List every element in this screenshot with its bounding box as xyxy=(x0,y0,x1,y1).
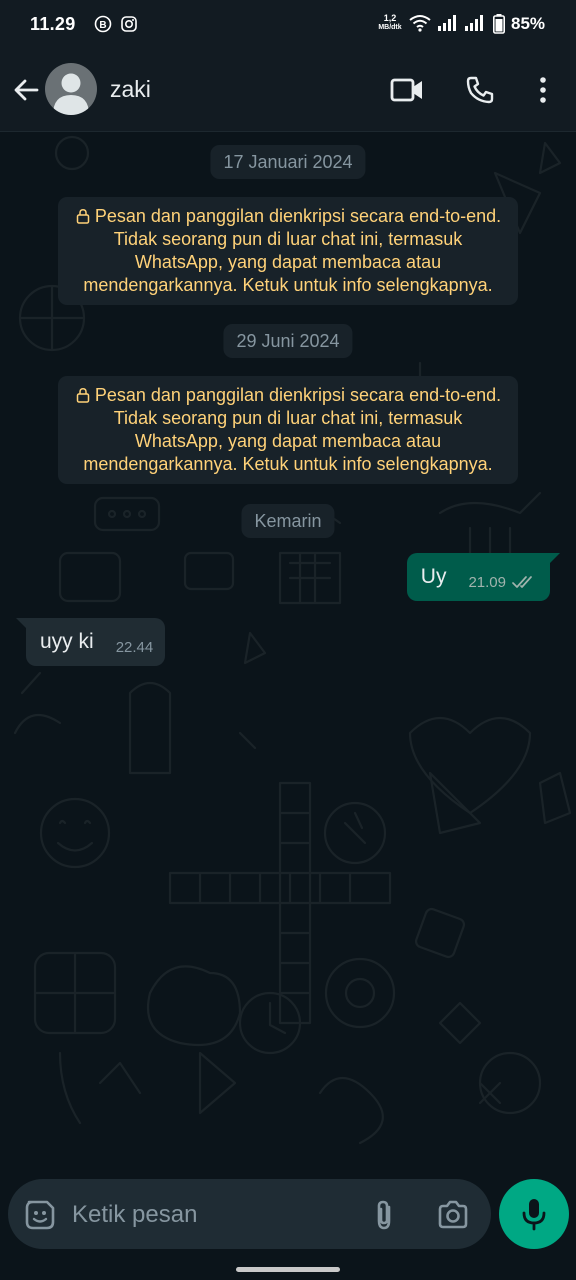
gesture-nav-handle[interactable] xyxy=(236,1267,340,1272)
voice-call-button[interactable] xyxy=(460,70,500,110)
encryption-notice-text: Pesan dan panggilan dienkripsi secara en… xyxy=(83,385,502,474)
compose-bar xyxy=(0,1176,576,1280)
message-list[interactable]: 17 Januari 2024 Pesan dan panggilan dien… xyxy=(0,133,576,1176)
b-app-icon: B xyxy=(94,15,112,33)
instagram-icon xyxy=(121,16,137,32)
message-input[interactable] xyxy=(72,1197,352,1233)
status-bar: 11.29 B 1,2 MB/dtk 85% xyxy=(0,0,576,50)
message-text: Uy xyxy=(420,565,447,588)
back-button[interactable] xyxy=(8,72,44,108)
signal-1-icon xyxy=(438,15,456,31)
video-call-button[interactable] xyxy=(387,70,427,110)
incoming-message[interactable]: uyy ki 22.44 xyxy=(15,618,166,666)
paperclip-icon[interactable] xyxy=(368,1198,402,1232)
outgoing-message[interactable]: Uy 21.09 xyxy=(406,553,561,601)
microphone-icon xyxy=(522,1199,546,1231)
svg-text:B: B xyxy=(99,20,106,31)
status-time: 11.29 xyxy=(30,14,76,34)
chat-header: zaki xyxy=(0,50,576,132)
contact-name[interactable]: zaki xyxy=(110,76,151,103)
date-separator: 29 Juni 2024 xyxy=(223,324,353,358)
compose-box xyxy=(8,1179,491,1249)
lock-icon xyxy=(76,388,90,403)
double-check-icon xyxy=(512,576,532,588)
avatar[interactable] xyxy=(45,63,97,115)
more-options-button[interactable] xyxy=(523,70,563,110)
whatsapp-chat-screen: 11.29 B 1,2 MB/dtk 85% zaki 17 Januari 2… xyxy=(0,0,576,1280)
wifi-icon xyxy=(409,15,431,32)
message-text: uyy ki xyxy=(40,630,94,653)
voice-message-button[interactable] xyxy=(499,1179,569,1249)
date-separator: 17 Januari 2024 xyxy=(210,145,366,179)
encryption-notice[interactable]: Pesan dan panggilan dienkripsi secara en… xyxy=(58,376,518,484)
encryption-notice-text: Pesan dan panggilan dienkripsi secara en… xyxy=(83,206,502,295)
network-speed: 1,2 MB/dtk xyxy=(378,13,402,32)
date-separator: Kemarin xyxy=(241,504,335,538)
battery-icon xyxy=(493,14,505,34)
message-time: 22.44 xyxy=(115,638,154,656)
battery-percent: 85% xyxy=(511,14,546,33)
video-call-icon xyxy=(390,78,422,102)
encryption-notice[interactable]: Pesan dan panggilan dienkripsi secara en… xyxy=(58,197,518,305)
avatar-icon xyxy=(53,73,89,115)
message-time: 21.09 xyxy=(468,573,506,591)
voice-call-icon xyxy=(466,76,494,104)
sticker-icon[interactable] xyxy=(23,1198,57,1232)
back-arrow-icon xyxy=(14,79,39,101)
camera-icon[interactable] xyxy=(436,1198,470,1232)
more-options-icon xyxy=(540,77,546,103)
lock-icon xyxy=(76,209,90,224)
signal-2-icon xyxy=(465,15,483,31)
